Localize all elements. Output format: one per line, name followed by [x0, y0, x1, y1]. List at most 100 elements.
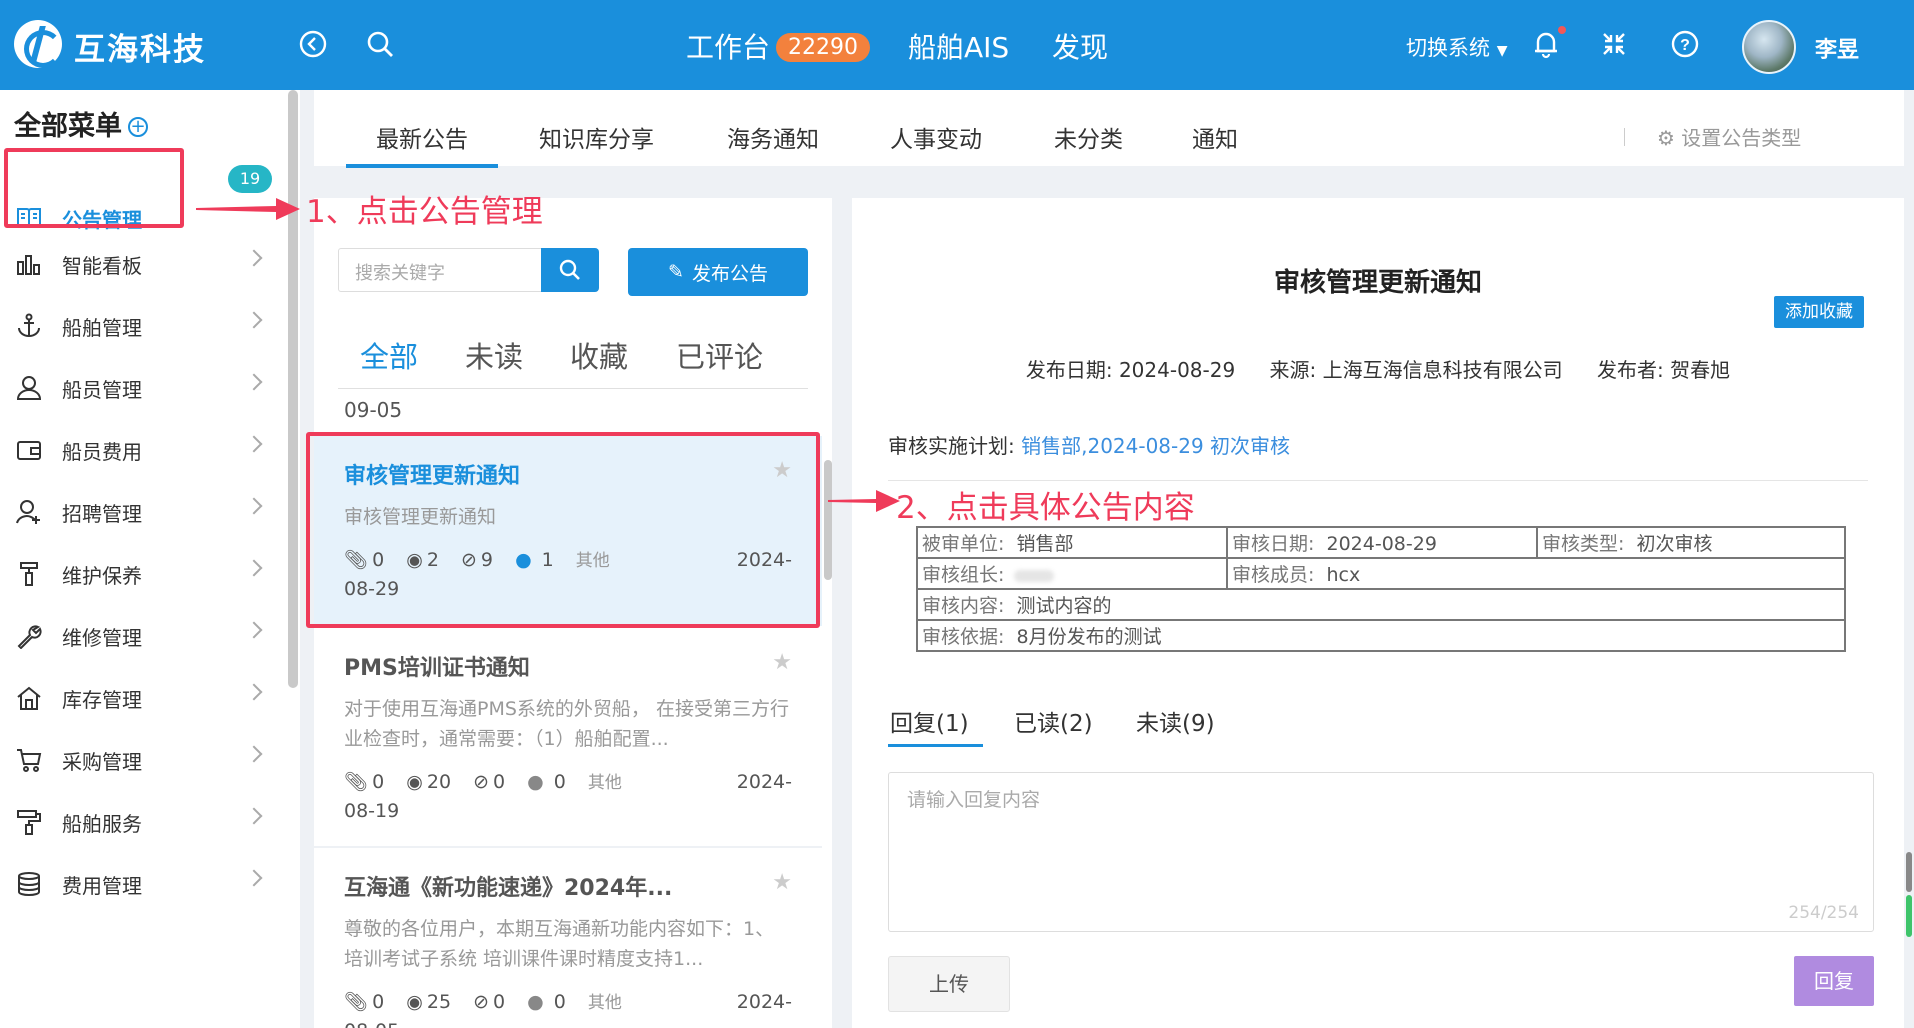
username[interactable]: 李昱: [1815, 32, 1859, 64]
sidebar-item-expense[interactable]: 费用管理: [0, 854, 280, 914]
search-button[interactable]: [541, 248, 599, 292]
audit-plan-link[interactable]: 销售部,2024-08-29 初次审核: [1021, 434, 1290, 458]
database-icon: [14, 869, 44, 899]
switch-system-dropdown[interactable]: 切换系统 ▼: [1406, 32, 1507, 62]
search-input[interactable]: 搜索关键字: [338, 248, 546, 292]
view-count: 25: [426, 991, 452, 1013]
tab-settings-button[interactable]: ⚙ 设置公告类型: [1657, 122, 1801, 151]
audit-basis-label: 审核依据:: [922, 626, 1005, 648]
sidebar-item-crew[interactable]: 船员管理: [0, 358, 280, 418]
nav-discover[interactable]: 发现: [1052, 26, 1108, 66]
list-item-category: 其他: [587, 993, 622, 1013]
tab-maritime[interactable]: 海务通知: [727, 120, 819, 154]
list-item[interactable]: 互海通《新功能速递》2024年... 尊敬的各位用户，本期互海通新功能内容如下：…: [314, 848, 822, 1028]
audit-members-value: hcx: [1326, 564, 1361, 586]
svg-text:?: ?: [1680, 37, 1690, 54]
publish-date: 发布日期: 2024-08-29: [1025, 358, 1236, 382]
avatar[interactable]: [1742, 20, 1796, 74]
bar-chart-icon: [14, 249, 44, 279]
sidebar-item-label: 智能看板: [62, 253, 142, 278]
sidebar-item-label: 船员费用: [62, 439, 142, 464]
sidebar-scrollbar[interactable]: [288, 90, 298, 688]
nav-ais[interactable]: 船舶AIS: [908, 26, 1009, 66]
wallet-icon: [14, 435, 44, 465]
search-icon[interactable]: [362, 26, 398, 62]
audit-date-label: 审核日期:: [1232, 533, 1315, 555]
sidebar-item-ship-service[interactable]: 船舶服务: [0, 792, 280, 852]
star-icon[interactable]: ★: [772, 870, 792, 895]
list-scrollbar[interactable]: [824, 460, 832, 580]
sidebar-item-recruit[interactable]: 招聘管理: [0, 482, 280, 542]
list-item-date-year: 2024-: [736, 771, 792, 793]
tab-uncategorized[interactable]: 未分类: [1054, 120, 1123, 154]
sidebar-item-crew-cost[interactable]: 船员费用: [0, 420, 280, 480]
sidebar-item-dashboard[interactable]: 智能看板: [0, 234, 280, 294]
attachment-count: 0: [372, 991, 385, 1013]
unread-count: 0: [493, 991, 506, 1013]
nav-workbench[interactable]: 工作台 22290: [686, 26, 871, 66]
anchor-icon: [14, 311, 44, 341]
edit-icon: ✎: [668, 261, 684, 283]
search-icon: [559, 259, 580, 280]
list-item-meta: 📎︎ 0 ◉ 20 ⊘ 0 ● 0 其他 2024- 08-19: [344, 768, 792, 825]
chevron-right-icon: [245, 621, 263, 639]
upload-button[interactable]: 上传: [888, 956, 1010, 1012]
tab-latest[interactable]: 最新公告: [346, 120, 498, 168]
tab-unread[interactable]: 未读(9): [1136, 704, 1215, 738]
annotation-highlight-step2: [306, 432, 820, 628]
sidebar-title: 全部菜单 +: [14, 104, 148, 143]
sidebar-item-ships[interactable]: 船舶管理: [0, 296, 280, 356]
eye-icon: ◉: [406, 771, 423, 793]
sidebar-item-purchase[interactable]: 采购管理: [0, 730, 280, 790]
audit-type-label: 审核类型:: [1542, 533, 1625, 555]
filter-unread[interactable]: 未读: [465, 334, 523, 376]
filter-commented[interactable]: 已评论: [676, 334, 763, 376]
roller-icon: [14, 807, 44, 837]
list-item-meta: 📎︎0 ◉25 ⊘0 ●0 其他 2024- 08-05: [344, 988, 792, 1028]
star-icon[interactable]: ★: [772, 650, 792, 675]
list-item-title: 互海通《新功能速递》2024年...: [344, 876, 673, 901]
reply-placeholder: 请输入回复内容: [907, 789, 1041, 811]
add-menu-icon[interactable]: +: [128, 117, 148, 137]
announcement-detail-panel: 审核管理更新通知 添加收藏 发布日期: 2024-08-29 来源: 上海互海信…: [852, 198, 1904, 1028]
side-widget[interactable]: [1906, 895, 1912, 937]
sidebar-item-label: 采购管理: [62, 749, 142, 774]
audited-unit-label: 被审单位:: [922, 533, 1005, 555]
sidebar-item-repair[interactable]: 维修管理: [0, 606, 280, 666]
gear-icon: ⚙: [1657, 126, 1675, 150]
tab-replies[interactable]: 回复(1): [888, 704, 983, 747]
tab-knowledge[interactable]: 知识库分享: [539, 120, 654, 154]
tab-personnel[interactable]: 人事变动: [890, 120, 982, 154]
unread-count: 0: [493, 771, 506, 793]
tab-read[interactable]: 已读(2): [1014, 704, 1093, 738]
reply-textarea[interactable]: 请输入回复内容 254/254: [888, 772, 1874, 932]
eye-icon: ◉: [406, 991, 423, 1013]
back-icon[interactable]: [295, 26, 331, 62]
list-item[interactable]: PMS培训证书通知 对于使用互海通PMS系统的外贸船， 在接受第三方行业检查时，…: [314, 628, 822, 846]
help-icon[interactable]: ?: [1667, 26, 1703, 62]
detail-title: 审核管理更新通知: [1273, 268, 1482, 298]
publish-announcement-button[interactable]: ✎ 发布公告: [628, 248, 808, 296]
annotation-step2: 2、点击具体公告内容: [896, 490, 1195, 526]
sidebar-item-inventory[interactable]: 库存管理: [0, 668, 280, 728]
compress-icon[interactable]: [1596, 26, 1632, 62]
filter-favorites[interactable]: 收藏: [570, 334, 628, 376]
list-item-date-year: 2024-: [736, 991, 792, 1013]
chevron-right-icon: [245, 745, 263, 763]
chevron-right-icon: [245, 373, 263, 391]
eye-off-icon: ⊘: [473, 771, 490, 793]
filter-all[interactable]: 全部: [360, 334, 418, 376]
add-favorite-button[interactable]: 添加收藏: [1774, 296, 1864, 328]
eye-off-icon: ⊘: [473, 991, 490, 1013]
sidebar-item-label: 招聘管理: [62, 501, 142, 526]
top-bar: 互海科技 工作台 22290 船舶AIS 发现 切换系统 ▼ ? 李昱: [0, 0, 1914, 90]
sidebar-item-label: 维护保养: [62, 563, 142, 588]
chevron-right-icon: [245, 435, 263, 453]
sidebar-item-maintenance[interactable]: 维护保养: [0, 544, 280, 604]
tab-notice[interactable]: 通知: [1192, 120, 1238, 154]
reply-button[interactable]: 回复: [1794, 956, 1874, 1006]
page-scrollbar[interactable]: [1906, 852, 1912, 892]
reply-char-count: 254/254: [1788, 903, 1859, 923]
publish-source: 来源: 上海互海信息科技有限公司: [1269, 358, 1563, 382]
audited-unit-value: 销售部: [1016, 533, 1074, 555]
